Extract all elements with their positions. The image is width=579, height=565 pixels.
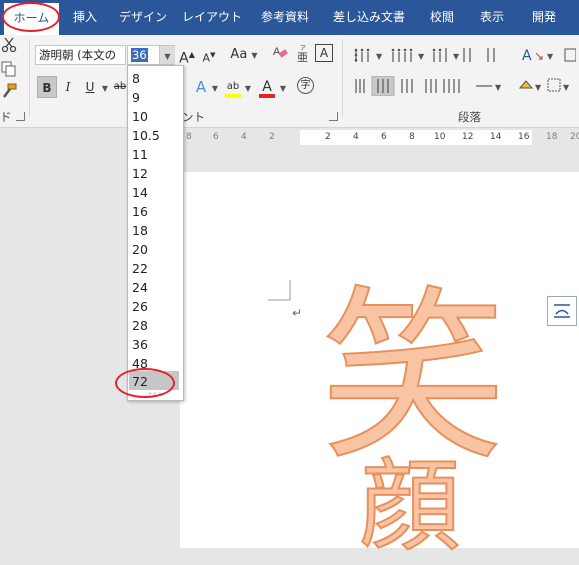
document-text-line-2[interactable]: 顔 [340,451,480,563]
font-size-option[interactable]: 18 [132,223,148,238]
font-group-label: ント [182,110,205,124]
strikethrough-button[interactable]: ab [113,76,127,98]
layout-options-icon [554,304,570,318]
tab-developer[interactable]: 開発 [522,0,566,35]
ruler-tick: 16 [518,132,530,142]
font-size-option[interactable]: 36 [132,337,148,352]
document-page[interactable]: ↵ 笑 顔 [180,172,579,563]
font-size-dropdown-arrow[interactable]: ▼ [159,46,175,64]
shrink-font-label: A [202,51,211,65]
ruler-margin-right [532,130,579,145]
text-effects-button[interactable]: A [192,76,210,98]
font-size-option[interactable]: 10.5 [132,128,160,143]
font-size-dropdown-list: 8 9 10 10.5 11 12 14 16 18 20 22 24 26 2… [127,65,184,401]
change-case-label: Aa [230,47,248,62]
tab-insert[interactable]: 挿入 [63,0,107,35]
ruler-tick: 2 [325,132,331,142]
font-color-button[interactable]: A [258,76,276,98]
svg-text:▼: ▼ [418,52,425,61]
svg-text:↘: ↘ [534,49,544,63]
ruler-margin-left [180,130,300,145]
chevron-down-icon: ▼ [279,84,287,93]
text-effects-dropdown-arrow[interactable]: ▼ [210,76,220,98]
chevron-down-icon: ▼ [244,84,252,93]
chevron-down-icon: ▼ [164,52,171,61]
paragraph-bottom-row: ▼ ▼ ▼ [352,75,576,97]
font-size-option[interactable]: 28 [132,318,148,333]
format-painter-icon[interactable] [0,83,18,105]
underline-dropdown-arrow[interactable]: ▼ [100,76,110,98]
font-launcher-icon[interactable] [329,112,338,121]
ribbon-tab-bar: ホーム 挿入 デザイン レイアウト 参考資料 差し込み文書 校閲 表示 開発 [0,0,579,35]
paragraph-top-row: ▼ ▼ ▼ A ↘ ▼ [352,46,577,64]
tab-mailings[interactable]: 差し込み文書 [326,0,412,35]
svg-text:▼: ▼ [547,52,554,61]
tab-view[interactable]: 表示 [470,0,514,35]
svg-text:A: A [273,46,281,58]
highlight-label: ab [226,81,240,92]
chevron-down-icon: ▼ [211,84,219,93]
highlight-button[interactable]: ab [224,76,242,98]
character-border-icon[interactable]: A [315,44,333,62]
svg-text:▼: ▼ [563,83,570,92]
svg-text:▼: ▼ [453,52,460,61]
enclose-characters-button[interactable]: 字 [297,77,314,94]
grow-font-button[interactable]: A▲ [178,44,196,67]
clipboard-launcher-icon[interactable] [16,112,25,121]
clipboard-group-label: ド [0,110,12,124]
font-color-dropdown-arrow[interactable]: ▼ [278,76,288,98]
document-text-line-1[interactable]: 笑 [288,281,538,473]
bold-button[interactable]: B [37,76,57,98]
font-name-value: 游明朝 (本文の [39,48,117,62]
ruler-tick: 10 [434,132,446,142]
italic-button[interactable]: I [60,76,76,98]
ruler-tick: 4 [353,132,359,142]
font-size-option[interactable]: 8 [132,71,140,86]
annotation-ellipse-home [2,2,60,32]
font-size-option[interactable]: 16 [132,204,148,219]
chevron-down-icon: ▼ [101,84,109,93]
paragraph-group-label: 段落 [458,110,481,124]
ruler-tick: 14 [490,132,502,142]
ruler-tick: 8 [409,132,415,142]
font-size-option[interactable]: 12 [132,166,148,181]
svg-text:A: A [522,48,532,64]
ribbon: ド 游明朝 (本文の 36 ▼ A▲ A▼ Aa ▼ A ア亜 A B I U … [0,35,579,128]
copy-icon[interactable] [0,61,18,83]
clear-formatting-icon[interactable]: A [270,44,290,66]
ruler-tick: 12 [462,132,474,142]
svg-text:▼: ▼ [495,83,502,92]
font-color-label: A [262,79,272,95]
font-size-option[interactable]: 9 [132,90,140,105]
tab-layout[interactable]: レイアウト [180,0,244,35]
cut-icon[interactable] [0,37,18,59]
ruler-tick: 6 [381,132,387,142]
font-size-value: 36 [131,48,148,62]
font-size-option[interactable]: 20 [132,242,148,257]
font-size-option[interactable]: 14 [132,185,148,200]
group-separator [342,39,343,117]
tab-review[interactable]: 校閲 [420,0,464,35]
underline-button[interactable]: U [82,76,98,98]
highlight-dropdown-arrow[interactable]: ▼ [243,76,253,98]
layout-options-button[interactable] [547,296,577,326]
font-size-option[interactable]: 22 [132,261,148,276]
svg-text:▼: ▼ [376,52,383,61]
font-size-option[interactable]: 11 [132,147,148,162]
change-case-button[interactable]: Aa ▼ [228,44,260,66]
font-size-option[interactable]: 26 [132,299,148,314]
group-separator [29,39,30,117]
shrink-font-button[interactable]: A▼ [200,44,218,66]
phonetic-guide-icon[interactable]: ア亜 [294,44,312,66]
font-name-combo[interactable]: 游明朝 (本文の [35,45,126,65]
svg-text:▼: ▼ [535,83,542,92]
tab-design[interactable]: デザイン [112,0,174,35]
svg-text:亜: 亜 [297,51,308,62]
annotation-ellipse-72 [115,368,175,398]
highlight-color-swatch [225,94,241,98]
font-size-option[interactable]: 10 [132,109,148,124]
font-size-option[interactable]: 24 [132,280,148,295]
tab-references[interactable]: 参考資料 [254,0,316,35]
font-color-swatch [259,94,275,98]
